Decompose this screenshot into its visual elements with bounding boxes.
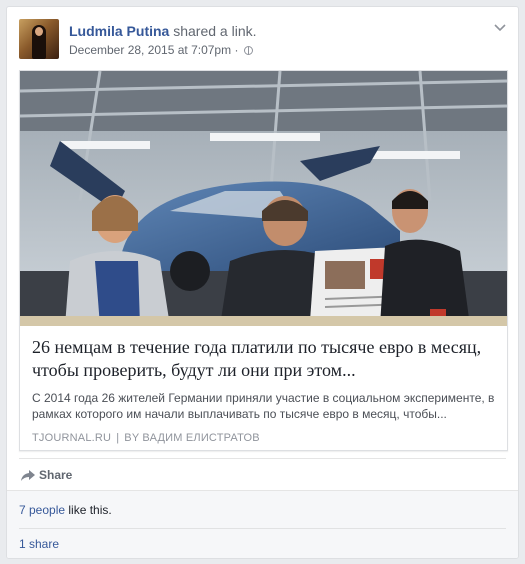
link-title[interactable]: 26 немцам в течение года платили по тыся… (32, 336, 495, 382)
link-image[interactable] (20, 71, 507, 326)
story-action: shared a link. (173, 23, 257, 39)
share-arrow-icon (21, 470, 35, 481)
avatar-face (35, 27, 43, 36)
shares-count-link[interactable]: 1 share (19, 536, 59, 552)
likes-count-link[interactable]: 7 people (19, 503, 65, 517)
link-author: BY ВАДИМ ЕЛИСТРАТОВ (124, 432, 260, 444)
post-timestamp[interactable]: December 28, 2015 at 7:07pm (69, 43, 231, 57)
link-text-block[interactable]: 26 немцам в течение года платили по тыся… (20, 326, 507, 450)
story-headline: Ludmila Putina shared a link. (69, 22, 257, 40)
globe-icon[interactable] (243, 46, 253, 55)
share-button[interactable]: Share (21, 467, 72, 483)
link-preview[interactable]: 26 немцам в течение года платили по тыся… (19, 70, 508, 451)
likes-summary: 7 people like this. (19, 502, 112, 518)
story-meta: December 28, 2015 at 7:07pm · (69, 42, 253, 58)
chevron-down-icon[interactable] (494, 23, 506, 33)
story-actions: Share (19, 458, 506, 488)
link-domain: TJOURNAL.RU (32, 432, 112, 444)
meta-separator: · (234, 43, 239, 57)
link-description: С 2014 года 26 жителей Германии приняли … (32, 391, 495, 421)
ufi-feedback: 7 people like this. 1 share (7, 490, 518, 558)
author-avatar[interactable] (19, 19, 59, 59)
likes-suffix: like this. (65, 503, 112, 517)
share-label: Share (39, 468, 73, 482)
author-name[interactable]: Ludmila Putina (69, 23, 169, 39)
source-separator: | (116, 432, 120, 444)
feed-story: Ludmila Putina shared a link. December 2… (6, 6, 519, 559)
feedback-divider (19, 528, 506, 529)
story-header: Ludmila Putina shared a link. December 2… (19, 19, 506, 63)
link-source-line: TJOURNAL.RU | BY ВАДИМ ЕЛИСТРАТОВ (32, 431, 495, 445)
factory-photo (20, 71, 507, 326)
